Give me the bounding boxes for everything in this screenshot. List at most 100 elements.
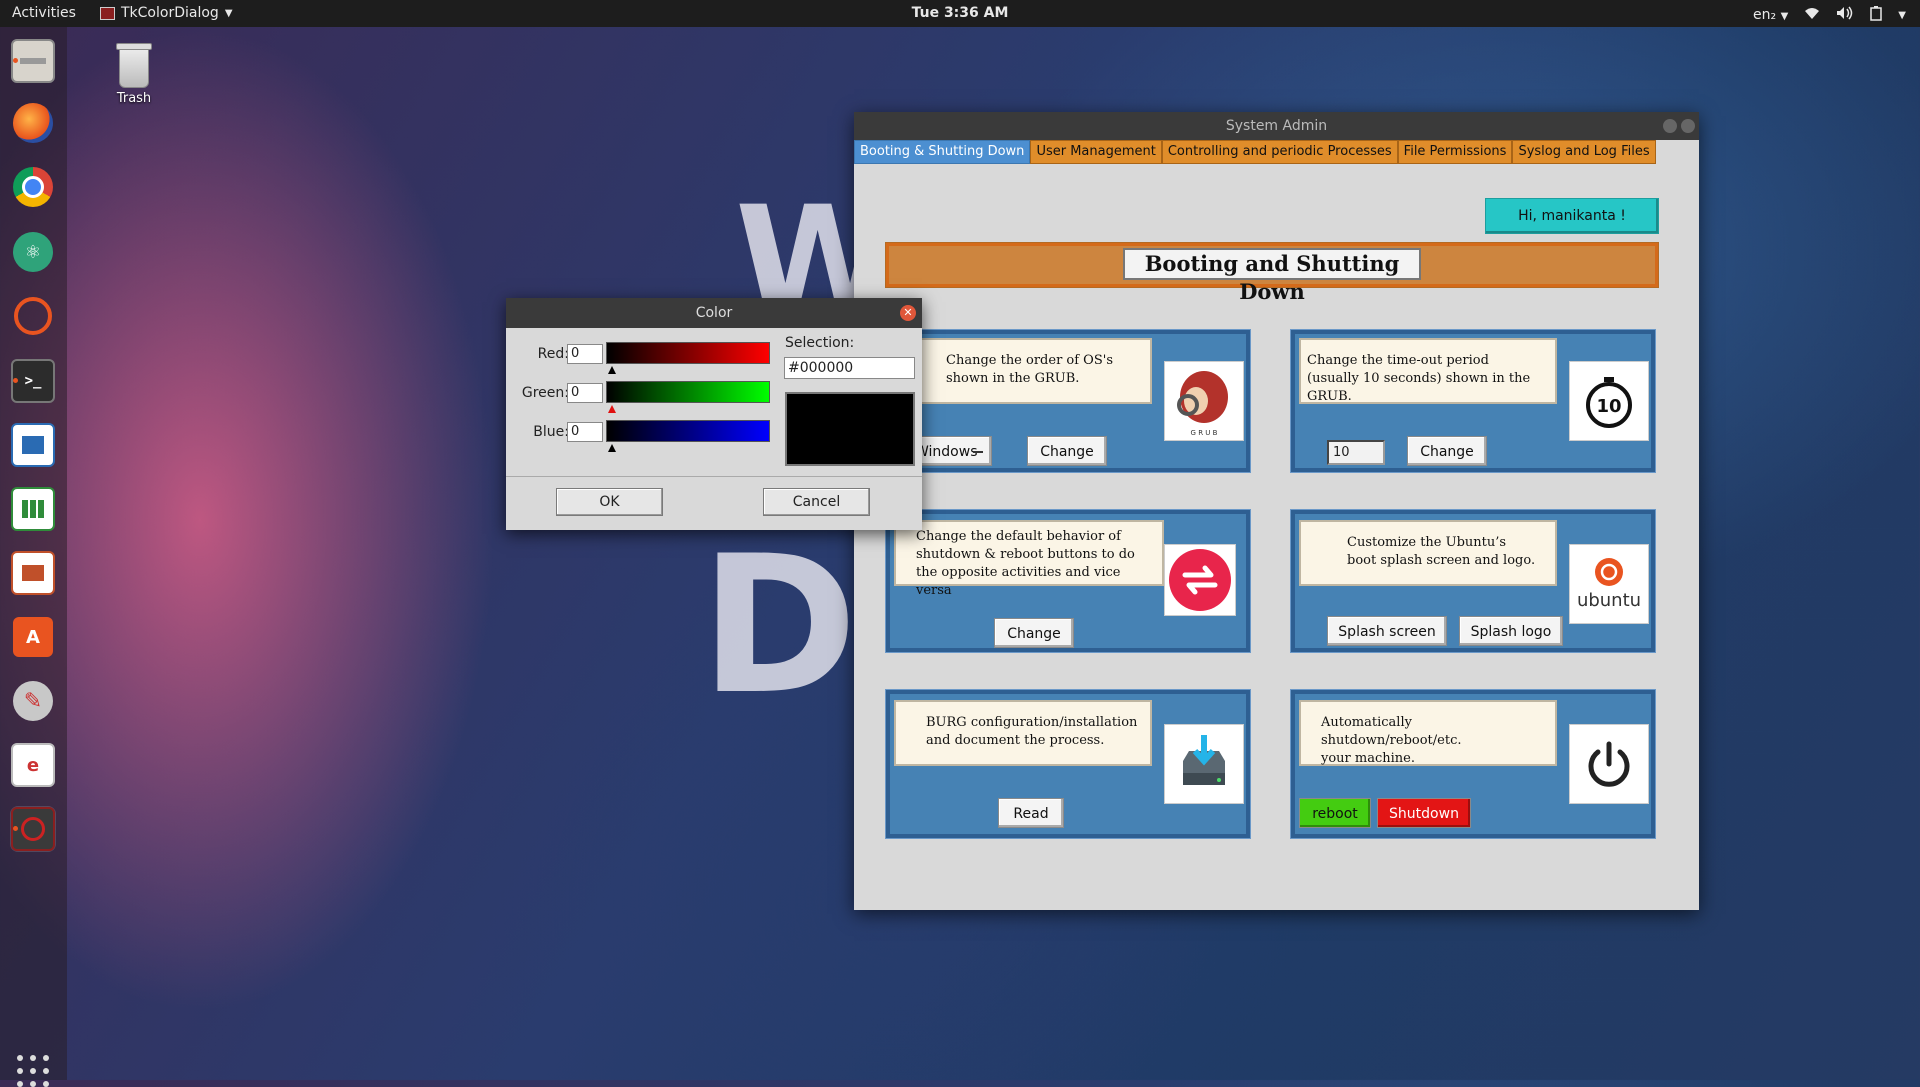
dock-calc[interactable] — [10, 486, 56, 532]
minimize-icon[interactable] — [1663, 119, 1677, 133]
card-grub-timeout: Change the time-out period (usually 10 s… — [1290, 329, 1656, 473]
red-input[interactable]: 0 — [567, 344, 603, 364]
settings-icon: ✎ — [13, 681, 53, 721]
tab-processes[interactable]: Controlling and periodic Processes — [1161, 140, 1398, 164]
dock-atom[interactable]: ⚛ — [10, 229, 56, 275]
tab-booting[interactable]: Booting & Shutting Down — [854, 140, 1031, 164]
status-area[interactable]: en₂ ▼ ▼ — [1753, 5, 1906, 25]
language-label: en₂ — [1753, 7, 1777, 23]
clock: Tue 3:36 AM — [0, 5, 1920, 21]
system-menu-caret-icon[interactable]: ▼ — [1898, 10, 1906, 21]
change-timeout-button[interactable]: Change — [1407, 436, 1487, 466]
timer-10-icon: 10 — [1569, 361, 1649, 441]
show-applications-icon[interactable] — [17, 1055, 49, 1087]
green-label: Green: — [521, 385, 569, 401]
download-drive-icon — [1164, 724, 1244, 804]
dock-chrome[interactable] — [10, 164, 56, 210]
blue-input[interactable]: 0 — [567, 422, 603, 442]
section-banner: Booting and Shutting Down — [885, 242, 1659, 304]
change-order-button[interactable]: Change — [1027, 436, 1107, 466]
card-auto-shutdown: Automatically shutdown/reboot/etc. your … — [1290, 689, 1656, 839]
timeout-input[interactable]: 10 — [1327, 440, 1385, 465]
dock-text-editor[interactable]: e — [10, 742, 56, 788]
card-shutdown-behavior: Change the default behavior of shutdown … — [885, 509, 1251, 653]
section-title: Booting and Shutting Down — [1123, 248, 1421, 304]
dock-firefox[interactable] — [10, 100, 56, 146]
card-description: Change the time-out period (usually 10 s… — [1299, 338, 1557, 404]
blue-slider[interactable] — [606, 420, 770, 442]
dock-settings[interactable]: ✎ — [10, 678, 56, 724]
activities-button[interactable]: Activities — [12, 5, 76, 21]
system-admin-window: System Admin Booting & Shutting Down Use… — [854, 112, 1699, 910]
battery-icon[interactable] — [1870, 5, 1883, 25]
svg-text:ubuntu: ubuntu — [1577, 590, 1641, 611]
tab-bar: Booting & Shutting Down User Management … — [854, 140, 1656, 166]
running-indicator — [13, 58, 18, 63]
svg-text:G R U B: G R U B — [1191, 429, 1218, 437]
dialog-titlebar[interactable]: Color ✕ — [506, 298, 922, 328]
tab-file-permissions[interactable]: File Permissions — [1397, 140, 1513, 164]
green-slider-marker-icon[interactable] — [608, 405, 616, 413]
splash-screen-button[interactable]: Splash screen — [1327, 616, 1447, 646]
trash-label: Trash — [116, 91, 152, 106]
reboot-button[interactable]: reboot — [1299, 798, 1371, 828]
greeting-button[interactable]: Hi, manikanta ! — [1485, 198, 1659, 234]
top-bar: Activities TkColorDialog ▼ Tue 3:36 AM e… — [0, 0, 1920, 27]
svg-text:10: 10 — [1596, 396, 1621, 417]
app-menu[interactable]: TkColorDialog ▼ — [100, 5, 233, 21]
software-center-icon: A — [13, 617, 53, 657]
running-indicator — [13, 378, 18, 383]
tab-syslog[interactable]: Syslog and Log Files — [1512, 140, 1656, 164]
dock-impress[interactable] — [10, 550, 56, 596]
trash-desktop-item[interactable]: Trash — [108, 43, 160, 106]
divider — [506, 476, 922, 477]
ubuntu-logo-icon: ubuntu — [1569, 544, 1649, 624]
grub-mascot-image: G R U B — [1164, 361, 1244, 441]
dock-software[interactable]: A — [10, 614, 56, 660]
shutdown-button[interactable]: Shutdown — [1377, 798, 1471, 828]
close-icon[interactable] — [1681, 119, 1695, 133]
ok-button[interactable]: OK — [556, 488, 663, 516]
close-icon[interactable]: ✕ — [900, 305, 916, 321]
card-burg: BURG configuration/installation and docu… — [885, 689, 1251, 839]
green-slider[interactable] — [606, 381, 770, 403]
change-behavior-button[interactable]: Change — [994, 618, 1074, 648]
ubuntu-software-updater-icon — [14, 297, 52, 335]
selection-input[interactable]: #000000 — [784, 357, 915, 379]
language-indicator[interactable]: en₂ ▼ — [1753, 7, 1788, 23]
color-swatch — [785, 392, 915, 466]
color-dialog: Color ✕ Red: 0 Green: 0 Blue: 0 Selectio… — [506, 298, 922, 530]
swap-arrows-icon — [1164, 544, 1236, 616]
power-icon — [1569, 724, 1649, 804]
cancel-button[interactable]: Cancel — [763, 488, 870, 516]
atom-icon: ⚛ — [13, 232, 53, 272]
wifi-icon[interactable] — [1804, 6, 1820, 24]
tab-user-management[interactable]: User Management — [1030, 140, 1162, 164]
green-input[interactable]: 0 — [567, 383, 603, 403]
running-indicator — [13, 826, 18, 831]
card-description: Change the default behavior of shutdown … — [894, 520, 1164, 598]
blue-slider-marker-icon[interactable] — [608, 444, 616, 452]
card-description: Change the order of OS's shown in the GR… — [894, 338, 1152, 404]
dock-updater[interactable] — [10, 293, 56, 339]
firefox-icon — [13, 103, 53, 143]
trash-icon — [116, 43, 152, 88]
dock-files[interactable] — [10, 38, 56, 84]
dropdown-indicator-icon — [973, 451, 983, 453]
impress-icon — [11, 551, 55, 595]
dialog-title: Color — [695, 305, 733, 321]
red-slider[interactable] — [606, 342, 770, 364]
dock: ⚛ >_ A ✎ e — [0, 27, 67, 1087]
read-burg-button[interactable]: Read — [998, 798, 1064, 828]
window-titlebar[interactable]: System Admin — [854, 112, 1699, 140]
dock-writer[interactable] — [10, 422, 56, 468]
splash-logo-button[interactable]: Splash logo — [1459, 616, 1563, 646]
volume-icon[interactable] — [1836, 6, 1854, 24]
dock-terminal[interactable]: >_ — [10, 358, 56, 404]
dock-tk-app[interactable] — [10, 806, 56, 852]
caret-down-icon: ▼ — [224, 7, 233, 19]
selection-label: Selection: — [785, 335, 855, 351]
red-slider-marker-icon[interactable] — [608, 366, 616, 374]
clock-label[interactable]: Tue 3:36 AM — [912, 5, 1009, 21]
blue-label: Blue: — [533, 424, 569, 440]
